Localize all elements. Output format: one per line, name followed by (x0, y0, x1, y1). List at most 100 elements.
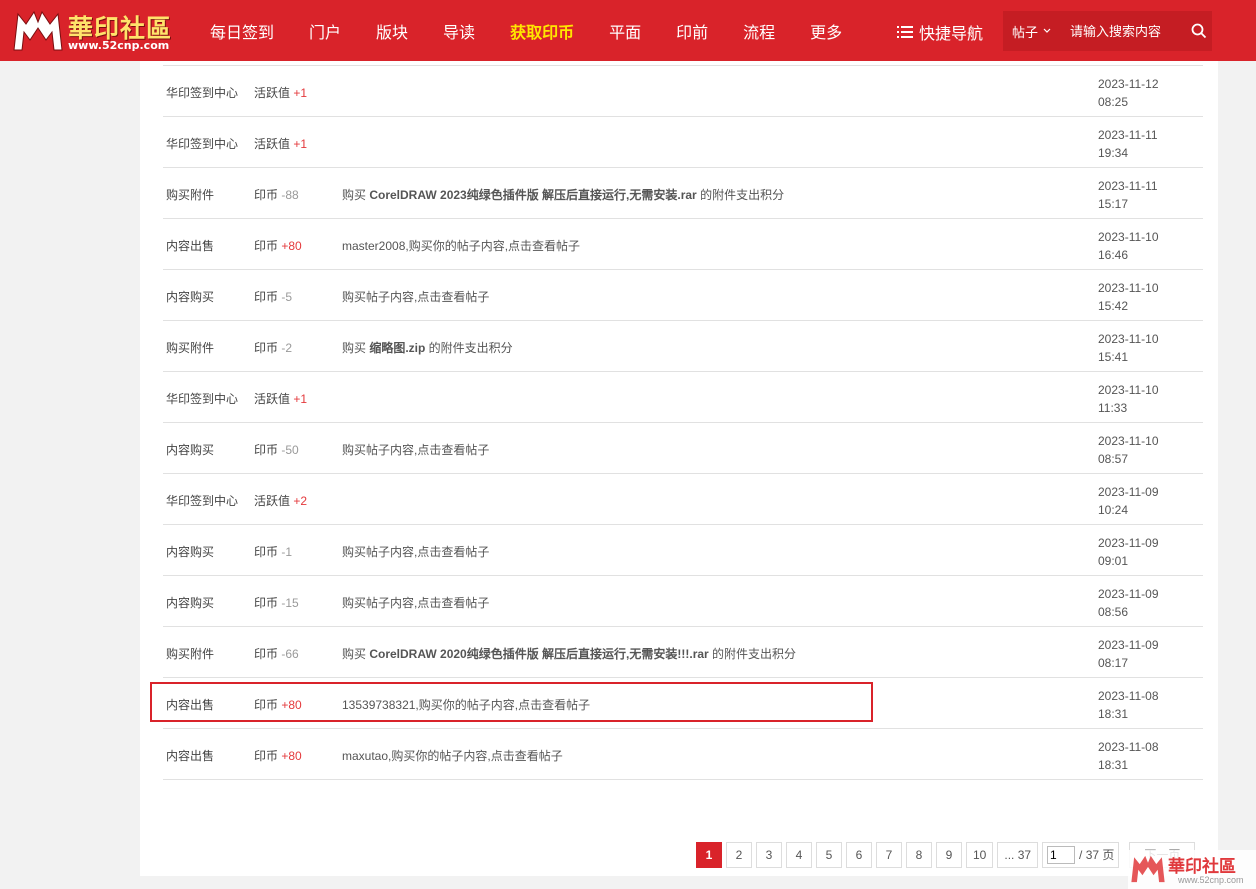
page-link[interactable]: 4 (786, 841, 812, 868)
table-row: 购买附件 印币 -66 购买 CorelDRAW 2020纯绿色插件版 解压后直接运… (163, 627, 1203, 678)
table-row: 内容购买 印币 -50 购买帖子内容,点击查看帖子 2023-11-10 08:57 (163, 423, 1203, 474)
detail-text: 购买 (342, 188, 370, 202)
site-logo[interactable]: 華印社區 www.52cnp.com (12, 6, 184, 54)
search-icon (1191, 23, 1207, 39)
detail-cell[interactable]: maxutao,购买你的帖子内容,点击查看帖子 (342, 747, 563, 764)
operation-label: 购买附件 (166, 341, 215, 355)
timestamp: 2023-11-10 15:42 (1098, 279, 1176, 315)
table-row: 内容购买 印币 -5 购买帖子内容,点击查看帖子 2023-11-10 15:42 (163, 270, 1203, 321)
credit-type: 活跃值 (254, 86, 291, 100)
detail-suffix: 的附件支出积分 (425, 341, 513, 355)
timestamp-date: 2023-11-09 (1098, 638, 1159, 652)
timestamp-date: 2023-11-11 (1098, 128, 1158, 142)
page-last-link[interactable]: ... 37 (997, 841, 1039, 868)
nav-item[interactable]: 流程 (743, 19, 775, 43)
detail-cell[interactable]: 购买帖子内容,点击查看帖子 (342, 441, 489, 458)
credit-type: 印币 (254, 443, 279, 457)
detail-suffix: 的附件支出积分 (708, 647, 797, 661)
timestamp-time: 11:33 (1098, 401, 1128, 415)
credit-amount: +1 (293, 137, 308, 151)
table-row: 购买附件 印币 -88 购买 CorelDRAW 2023纯绿色插件版 解压后直接运… (163, 168, 1203, 219)
credit-amount: +80 (281, 749, 302, 763)
timestamp-date: 2023-11-10 (1098, 383, 1159, 397)
table-row: 内容出售 印币 +80 maxutao,购买你的帖子内容,点击查看帖子 2023-11… (163, 729, 1203, 780)
detail-cell[interactable]: 购买帖子内容,点击查看帖子 (342, 288, 489, 305)
credit-change: 印币 +80 (254, 696, 302, 713)
site-watermark: 華印社區 www.52cnp.com (1128, 850, 1256, 889)
credit-amount: -15 (281, 596, 299, 610)
detail-text: 购买 (342, 341, 370, 355)
detail-text: master2008,购买你的帖子内容,点击查看帖子 (342, 239, 581, 253)
page-link[interactable]: 1 (696, 841, 722, 868)
page-link[interactable]: 7 (876, 841, 902, 868)
timestamp: 2023-11-10 11:33 (1098, 381, 1176, 417)
nav-item[interactable]: 版块 (376, 19, 408, 43)
credit-type: 印币 (254, 596, 279, 610)
operation-label: 内容出售 (166, 749, 215, 763)
page-link[interactable]: 3 (756, 841, 782, 868)
page-jump-input[interactable] (1047, 845, 1076, 864)
operation-label: 内容购买 (166, 545, 215, 559)
logo-url: www.52cnp.com (68, 39, 170, 52)
search-button[interactable] (1191, 23, 1207, 39)
page-link[interactable]: 5 (816, 841, 842, 868)
table-row: 内容出售 印币 +80 master2008,购买你的帖子内容,点击查看帖子 2023… (163, 219, 1203, 270)
timestamp-date: 2023-11-10 (1098, 434, 1159, 448)
attachment-name-link[interactable]: 缩略图.zip (369, 341, 425, 355)
nav-item[interactable]: 更多 (810, 19, 842, 43)
timestamp: 2023-11-11 15:17 (1098, 177, 1176, 213)
main-nav: 每日签到 门户 版块 导读 获取印币 平面 印前 流程 更多 (210, 0, 877, 61)
nav-item[interactable]: 获取印币 (510, 19, 574, 43)
nav-item[interactable]: 印前 (676, 19, 708, 43)
attachment-name-link[interactable]: CorelDRAW 2023纯绿色插件版 解压后直接运行,无需安装.rar (369, 188, 696, 202)
detail-text: 购买帖子内容,点击查看帖子 (342, 545, 490, 559)
nav-item[interactable]: 平面 (609, 19, 641, 43)
timestamp-date: 2023-11-09 (1098, 536, 1159, 550)
operation-label: 内容出售 (166, 698, 215, 712)
nav-item[interactable]: 导读 (443, 19, 475, 43)
page-link[interactable]: 6 (846, 841, 872, 868)
credit-change: 印币 +80 (254, 237, 302, 254)
quick-nav-button[interactable]: 快捷导航 (897, 20, 983, 44)
timestamp: 2023-11-09 08:17 (1098, 636, 1176, 672)
credit-type: 活跃值 (254, 392, 291, 406)
nav-item[interactable]: 每日签到 (210, 19, 274, 43)
detail-cell[interactable]: 购买 CorelDRAW 2020纯绿色插件版 解压后直接运行,无需安装!!!.… (342, 645, 796, 662)
search-input[interactable] (1070, 23, 1182, 39)
timestamp-time: 09:01 (1098, 554, 1129, 568)
timestamp-date: 2023-11-08 (1098, 689, 1159, 703)
detail-cell[interactable]: master2008,购买你的帖子内容,点击查看帖子 (342, 237, 580, 254)
timestamp-date: 2023-11-09 (1098, 587, 1159, 601)
detail-text: 购买帖子内容,点击查看帖子 (342, 290, 490, 304)
nav-item[interactable]: 门户 (309, 19, 341, 43)
credit-amount: +1 (293, 86, 308, 100)
timestamp-date: 2023-11-11 (1098, 179, 1158, 193)
page-link[interactable]: 2 (726, 841, 752, 868)
timestamp: 2023-11-09 08:56 (1098, 585, 1176, 621)
credit-log-list: 内容购买印币 -20购买帖子内容,点击查看帖子2023-11-1214:32华印… (163, 15, 1203, 780)
operation-label: 内容购买 (166, 443, 215, 457)
page-link[interactable]: 8 (906, 841, 932, 868)
detail-text: 购买帖子内容,点击查看帖子 (342, 443, 490, 457)
page-link[interactable]: 10 (966, 841, 994, 868)
detail-cell[interactable]: 13539738321,购买你的帖子内容,点击查看帖子 (342, 696, 590, 713)
credit-type: 印币 (254, 290, 279, 304)
timestamp: 2023-11-10 16:46 (1098, 228, 1176, 264)
search-scope-select[interactable]: 帖子 (1012, 22, 1060, 41)
detail-cell[interactable]: 购买 CorelDRAW 2023纯绿色插件版 解压后直接运行,无需安装.rar… (342, 186, 784, 203)
detail-cell[interactable]: 购买帖子内容,点击查看帖子 (342, 594, 489, 611)
page-link[interactable]: 9 (936, 841, 962, 868)
detail-cell[interactable]: 购买帖子内容,点击查看帖子 (342, 543, 489, 560)
timestamp-time: 10:24 (1098, 503, 1129, 517)
detail-text: 购买 (342, 647, 370, 661)
timestamp-time: 15:42 (1098, 299, 1129, 313)
attachment-name-link[interactable]: CorelDRAW 2020纯绿色插件版 解压后直接运行,无需安装!!!.rar (369, 647, 708, 661)
table-row: 内容购买 印币 -15 购买帖子内容,点击查看帖子 2023-11-09 08:56 (163, 576, 1203, 627)
timestamp-date: 2023-11-08 (1098, 740, 1159, 754)
credit-amount: -88 (281, 188, 299, 202)
timestamp-time: 08:25 (1098, 95, 1129, 109)
detail-cell[interactable]: 购买 缩略图.zip 的附件支出积分 (342, 339, 513, 356)
timestamp: 2023-11-11 19:34 (1098, 126, 1176, 162)
credit-type: 印币 (254, 188, 279, 202)
credit-amount: +1 (293, 392, 308, 406)
